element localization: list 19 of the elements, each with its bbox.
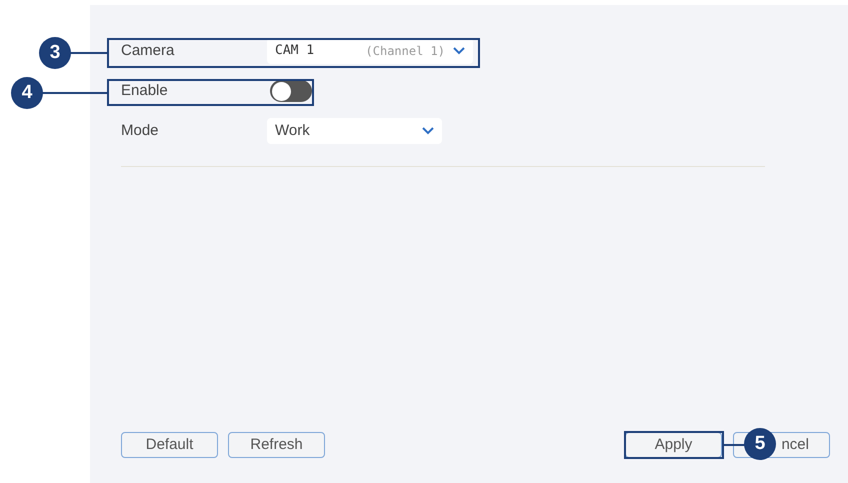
action-button[interactable]: Default xyxy=(121,432,218,458)
callout-badge: 3 xyxy=(39,37,71,69)
chevron-down-icon xyxy=(453,47,465,55)
leader-line xyxy=(42,92,107,94)
field-label: Mode xyxy=(121,122,159,139)
dropdown-value: Work xyxy=(275,120,310,141)
action-button[interactable]: Refresh xyxy=(228,432,325,458)
field-label: Enable xyxy=(121,82,168,99)
leader-line xyxy=(70,52,107,54)
chevron-down-icon xyxy=(422,127,434,135)
dropdown-hint: (Channel 1) xyxy=(366,43,445,60)
dropdown[interactable]: CAM 1 (Channel 1) xyxy=(267,38,473,64)
action-button[interactable]: Apply xyxy=(625,432,722,458)
field-label: Camera xyxy=(121,42,174,59)
dropdown-value: CAM 1 xyxy=(275,42,314,60)
dropdown[interactable]: Work xyxy=(267,118,442,144)
toggle-switch[interactable] xyxy=(270,80,312,102)
leader-line xyxy=(724,444,746,446)
callout-badge: 4 xyxy=(11,77,43,109)
